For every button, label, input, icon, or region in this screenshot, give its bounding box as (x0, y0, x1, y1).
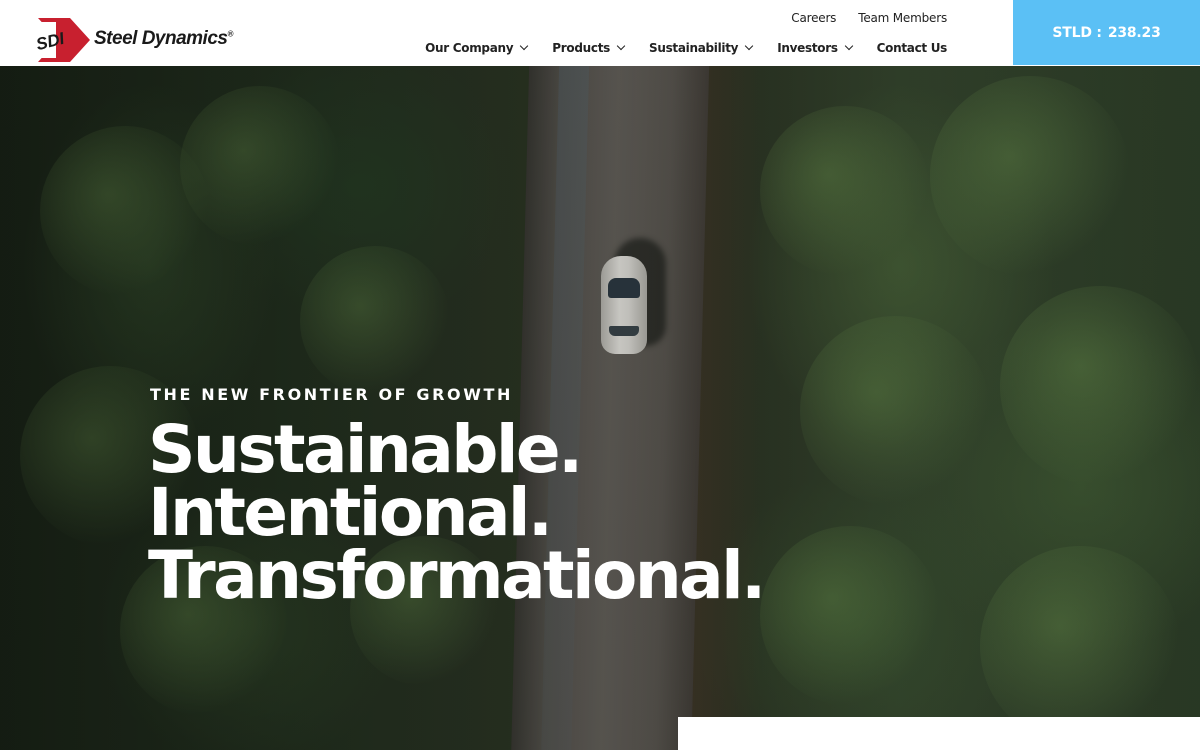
nav-our-company[interactable]: Our Company (425, 41, 528, 55)
logo-link[interactable]: SDI Steel Dynamics® (34, 17, 234, 65)
hero-headline: Sustainable. Intentional. Transformation… (148, 411, 766, 614)
nav-investors[interactable]: Investors (777, 41, 852, 55)
nav-sustainability[interactable]: Sustainability (649, 41, 753, 55)
nav-contact-us[interactable]: Contact Us (877, 41, 948, 55)
chevron-down-icon (520, 43, 528, 51)
content-card (678, 717, 1200, 750)
headline-line: Transformational. (148, 537, 766, 614)
hero-eyebrow: THE NEW FRONTIER OF GROWTH (150, 385, 513, 404)
ticker-symbol: STLD : (1052, 24, 1102, 41)
headline-line: Intentional. (148, 474, 553, 551)
stock-ticker[interactable]: STLD : 238.23 (1013, 0, 1200, 65)
ticker-price: 238.23 (1107, 24, 1161, 41)
hero-section: THE NEW FRONTIER OF GROWTH Sustainable. … (0, 66, 1200, 750)
headline-line: Sustainable. (148, 411, 583, 488)
nav-products[interactable]: Products (552, 41, 625, 55)
site-header: SDI Steel Dynamics® Careers Team Members… (0, 0, 1200, 66)
team-members-link[interactable]: Team Members (858, 11, 947, 25)
sdi-logo-icon: SDI (34, 18, 90, 62)
chevron-down-icon (845, 43, 853, 51)
chevron-down-icon (745, 43, 753, 51)
careers-link[interactable]: Careers (791, 11, 836, 25)
logo-wordmark: Steel Dynamics® (94, 28, 233, 49)
chevron-down-icon (617, 43, 625, 51)
utility-nav: Careers Team Members (791, 11, 947, 25)
main-nav: Our Company Products Sustainability Inve… (425, 41, 947, 55)
